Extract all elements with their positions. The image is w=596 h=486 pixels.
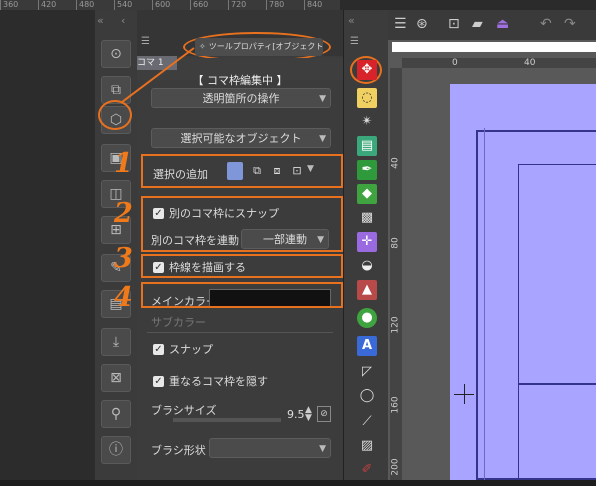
new-file-icon[interactable]: ⊡ — [448, 16, 460, 32]
canvas-ruler-top: 0 40 — [402, 58, 596, 68]
tool-palette: « ☰ ✥ ◌ ✴ ▤ ✒ ◆ ▩ ✛ ◒ ▲ ● A ◸ ◯ ⟋ ▨ ✐ — [343, 10, 389, 480]
lasso-icon[interactable]: ◌ — [357, 88, 377, 108]
pressure-icon[interactable]: ⊘ — [317, 406, 331, 422]
inner-frame — [518, 384, 596, 480]
ruler-tick: 840 — [304, 0, 340, 10]
ruler-tick: 160 — [390, 396, 401, 414]
frame-border-icon[interactable]: ◸ — [357, 362, 377, 382]
menu-icon[interactable]: ☰ — [394, 16, 407, 32]
ruler-tick: 40 — [524, 58, 536, 68]
canvas-area[interactable]: 0 40 40 80 120 160 200 — [388, 40, 596, 480]
highlight-box-4 — [141, 282, 343, 308]
ruler-tick: 200 — [390, 458, 401, 476]
annotation-3: 3 — [114, 243, 133, 274]
fill-icon[interactable]: ◒ — [357, 256, 377, 276]
chevron-left-icon[interactable]: ‹ — [121, 14, 125, 27]
ruler-tick: 0 — [452, 58, 458, 68]
menu-icon[interactable]: ☰ — [350, 36, 359, 47]
figure-icon[interactable]: ⚲ — [101, 400, 131, 428]
crop-mark — [464, 384, 465, 404]
canvas-ruler-left: 40 80 120 160 200 — [390, 68, 402, 480]
ruler-tick: 540 — [114, 0, 152, 10]
leader-line — [121, 47, 195, 103]
selectable-objects-dropdown[interactable]: 選択可能なオブジェクト ▼ — [151, 128, 331, 148]
magic-wand-icon[interactable]: ✴ — [357, 112, 377, 132]
status-bar — [0, 480, 596, 486]
chevron-down-icon: ▼ — [319, 94, 326, 104]
color-picker-icon[interactable]: ✐ — [357, 460, 377, 480]
ruler-tick: 40 — [390, 157, 401, 169]
snap2-checkbox[interactable]: ✓ — [153, 344, 164, 355]
tab-label: ツールプロパティ[オブジェクト] — [208, 42, 323, 51]
brush-shape-label: ブラシ形状 — [151, 444, 206, 457]
line-icon[interactable]: ⟋ — [357, 412, 377, 432]
blend-icon[interactable]: ● — [357, 308, 377, 328]
ruler-tick: 120 — [390, 316, 401, 334]
ruler-tick: 360 — [0, 0, 38, 10]
divider — [147, 332, 333, 333]
ruler-tick: 420 — [38, 0, 76, 10]
collapse-icon[interactable]: « — [97, 14, 104, 27]
workspace-background — [0, 10, 95, 480]
info-icon[interactable]: ⓘ — [101, 436, 131, 464]
redo-icon[interactable]: ↷ — [564, 16, 576, 32]
guide-line — [484, 128, 485, 480]
save-icon[interactable]: ⏏ — [496, 16, 509, 32]
airbrush-icon[interactable]: ▩ — [357, 208, 377, 228]
dropdown-value: 透明箇所の操作 — [202, 92, 280, 105]
inner-frame — [518, 164, 596, 384]
annotation-1: 1 — [114, 148, 133, 179]
hide-overlap-checkbox[interactable]: ✓ — [153, 376, 164, 387]
brush-size-value[interactable]: 9.5 — [287, 408, 305, 421]
wrench-icon: ✧ — [199, 42, 206, 51]
chevron-down-icon: ▼ — [319, 444, 326, 454]
collapse-icon[interactable]: « — [348, 14, 355, 27]
ruler-tick: 80 — [390, 237, 401, 249]
brush-size-slider[interactable] — [173, 418, 281, 422]
gradient-icon[interactable]: ▨ — [357, 436, 377, 456]
ruler-tick: 660 — [190, 0, 228, 10]
canvas-header-bar — [392, 42, 596, 52]
pen-icon[interactable]: ✒ — [357, 160, 377, 180]
top-ruler: 360 420 480 540 600 660 720 780 840 — [0, 0, 340, 10]
manga-page[interactable] — [450, 84, 596, 480]
highlight-box-1 — [141, 154, 343, 188]
annotation-2: 2 — [114, 198, 133, 229]
highlight-box-3 — [141, 254, 343, 278]
leader-line-stroke — [121, 47, 195, 103]
balloon-icon[interactable]: ◯ — [357, 386, 377, 406]
stepper-icon[interactable]: ▲ ▼ — [305, 406, 312, 423]
ruler-tick: 780 — [266, 0, 304, 10]
logo-icon[interactable]: ⊛ — [416, 16, 428, 32]
annotation-4: 4 — [114, 282, 133, 313]
pencil-icon[interactable]: ◆ — [357, 184, 377, 204]
tab-tool-property[interactable]: ✧ ツールプロパティ[オブジェクト] — [195, 38, 323, 56]
sub-color-label: サブカラー — [151, 316, 206, 329]
stamp-icon[interactable]: ▲ — [357, 280, 377, 300]
brush-shape-dropdown[interactable]: ▼ — [209, 438, 331, 458]
chevron-down-icon: ▼ — [319, 134, 326, 144]
hide-overlap-label: 重なるコマ枠を隠す — [169, 375, 268, 388]
open-folder-icon[interactable]: ▰ — [472, 16, 483, 32]
dropdown-value: 選択可能なオブジェクト — [180, 132, 302, 145]
download-icon[interactable]: ⤓ — [101, 328, 131, 356]
undo-icon[interactable]: ↶ — [540, 16, 552, 32]
ruler-tick: 600 — [152, 0, 190, 10]
delete-icon[interactable]: ⊠ — [101, 364, 131, 392]
ruler-tick: 480 — [76, 0, 114, 10]
canvas-toolbar: ☰ ⊛ ⊡ ▰ ⏏ ↶ ↷ — [388, 10, 596, 40]
ruler-tick: 720 — [228, 0, 266, 10]
snap2-label: スナップ — [169, 343, 213, 356]
highlight-box-2 — [141, 196, 343, 252]
text-icon[interactable]: A — [357, 336, 377, 356]
eyedropper-icon[interactable]: ▤ — [357, 136, 377, 156]
object-tool-icon[interactable]: ✥ — [357, 60, 377, 80]
brush-size-label: ブラシサイズ — [151, 404, 217, 417]
move-icon[interactable]: ✛ — [357, 232, 377, 252]
